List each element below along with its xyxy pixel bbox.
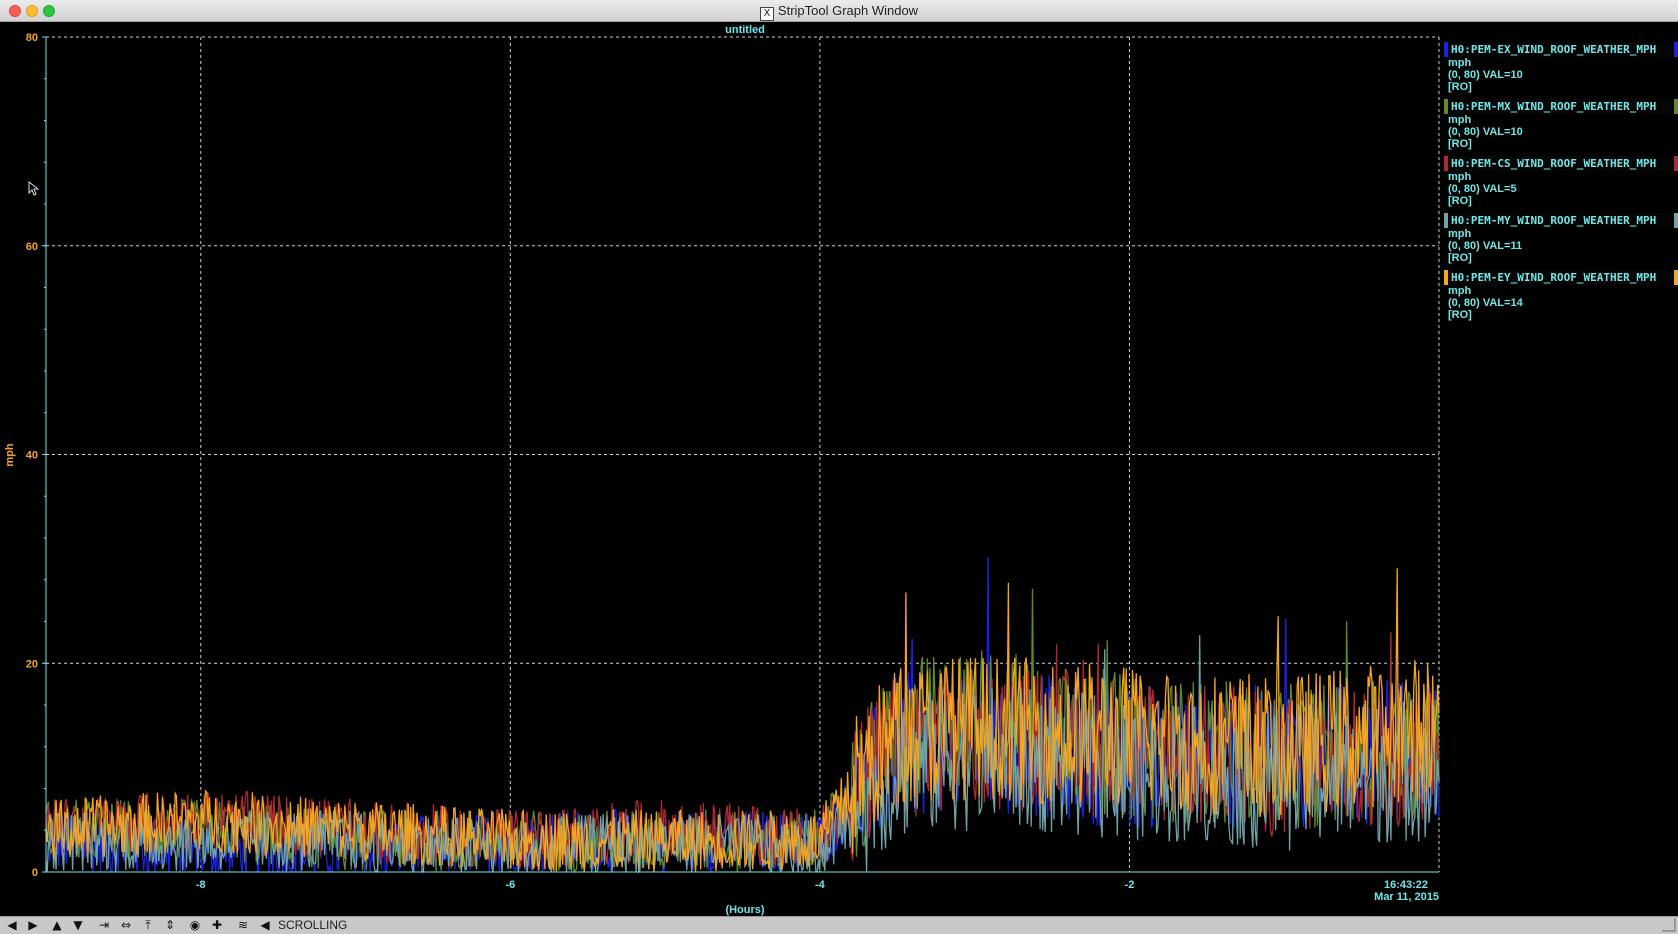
legend-series-name[interactable]: H0:PEM-MY_WIND_ROOF_WEATHER_MPH — [1444, 213, 1678, 228]
legend-mode: [RO] — [1448, 138, 1472, 150]
legend-units: mph — [1448, 228, 1472, 240]
window-title: X StripTool Graph Window — [0, 3, 1678, 21]
legend-units: mph — [1448, 57, 1472, 69]
legend-units: mph — [1448, 171, 1472, 183]
legend-series-name[interactable]: H0:PEM-EX_WIND_ROOF_WEATHER_MPH — [1444, 42, 1678, 57]
strip-chart[interactable]: 0 20 40 60 80 -8 -6 -4 -2 untitled (Hours) mph 1… — [0, 22, 1678, 916]
legend-units: mph — [1448, 114, 1472, 126]
y-tick-label: 20 — [26, 658, 38, 670]
mouse-pointer-icon — [28, 181, 40, 196]
window-titlebar: X StripTool Graph Window — [0, 0, 1678, 22]
chart-title: untitled — [725, 24, 765, 36]
x-axis-label: (Hours) — [725, 904, 764, 916]
x-tick-label: -6 — [505, 879, 515, 891]
zoom-in-y-icon[interactable]: ⤒ — [139, 918, 157, 933]
legend-item[interactable]: H0:PEM-EX_WIND_ROOF_WEATHER_MPH mph (0, … — [1444, 42, 1678, 93]
legend-range-value: (0, 80) VAL=14 — [1448, 297, 1523, 309]
resume-icon[interactable]: ◀ — [256, 918, 274, 933]
pause-icon[interactable]: ≋ — [234, 918, 252, 933]
legend-mode: [RO] — [1448, 309, 1472, 321]
timestamp-time: 16:43:22 — [1384, 879, 1428, 891]
legend-series-name[interactable]: H0:PEM-EY_WIND_ROOF_WEATHER_MPH — [1444, 270, 1678, 285]
legend-item[interactable]: H0:PEM-MX_WIND_ROOF_WEATHER_MPH mph (0, … — [1444, 99, 1678, 150]
y-tick-label: 0 — [32, 867, 38, 879]
window-title-text: StripTool Graph Window — [777, 3, 919, 18]
zoom-out-y-icon[interactable]: ⇕ — [161, 918, 179, 933]
x-tick-label: -2 — [1125, 879, 1135, 891]
y-tick-label: 40 — [26, 450, 38, 462]
legend-range-value: (0, 80) VAL=10 — [1448, 126, 1523, 138]
auto-scale-icon[interactable]: ◉ — [186, 918, 204, 933]
legend-mode: [RO] — [1448, 81, 1472, 93]
zoom-in-x-icon[interactable]: ⇥ — [95, 918, 113, 933]
reset-icon[interactable]: ✚ — [208, 918, 226, 933]
x11-icon: X — [759, 7, 774, 21]
legend-range-value: (0, 80) VAL=5 — [1448, 183, 1517, 195]
chart-axes: 0 20 40 60 80 -8 -6 -4 -2 — [26, 32, 1439, 891]
legend-series-name[interactable]: H0:PEM-CS_WIND_ROOF_WEATHER_MPH — [1444, 156, 1678, 171]
legend-item[interactable]: H0:PEM-CS_WIND_ROOF_WEATHER_MPH mph (0, … — [1444, 156, 1678, 207]
y-axis-label: mph — [4, 443, 16, 467]
toolbar: ◀ ▶ ▲ ▼ ⇥ ⇔ ⤒ ⇕ ◉ ✚ ≋ ◀ SCROLLING — [0, 916, 1678, 934]
legend-range-value: (0, 80) VAL=10 — [1448, 69, 1523, 81]
legend-item[interactable]: H0:PEM-MY_WIND_ROOF_WEATHER_MPH mph (0, … — [1444, 213, 1678, 264]
timestamp-date: Mar 11, 2015 — [1374, 891, 1439, 903]
scroll-status: SCROLLING — [278, 918, 348, 932]
legend-units: mph — [1448, 285, 1472, 297]
x-tick-label: -8 — [196, 879, 206, 891]
legend-range-value: (0, 80) VAL=11 — [1448, 240, 1523, 252]
zoom-out-x-icon[interactable]: ⇔ — [117, 918, 135, 933]
chart-series — [45, 557, 1440, 875]
graph-area[interactable]: 0 20 40 60 80 -8 -6 -4 -2 untitled (Hours) mph 1… — [0, 22, 1678, 916]
x-tick-label: -4 — [815, 879, 826, 891]
arrow-left-icon[interactable]: ◀ — [3, 918, 21, 933]
y-tick-label: 60 — [26, 241, 38, 253]
legend-mode: [RO] — [1448, 252, 1472, 264]
legend-mode: [RO] — [1448, 195, 1472, 207]
legend-series-name[interactable]: H0:PEM-MX_WIND_ROOF_WEATHER_MPH — [1444, 99, 1678, 114]
legend-panel: H0:PEM-EX_WIND_ROOF_WEATHER_MPH mph (0, … — [1444, 42, 1678, 327]
arrow-up-icon[interactable]: ▲ — [48, 918, 66, 933]
arrow-right-icon[interactable]: ▶ — [24, 918, 42, 933]
y-tick-label: 80 — [26, 32, 38, 44]
legend-item[interactable]: H0:PEM-EY_WIND_ROOF_WEATHER_MPH mph (0, … — [1444, 270, 1678, 321]
resize-grip-icon[interactable] — [1662, 918, 1676, 932]
arrow-down-icon[interactable]: ▼ — [69, 918, 87, 933]
